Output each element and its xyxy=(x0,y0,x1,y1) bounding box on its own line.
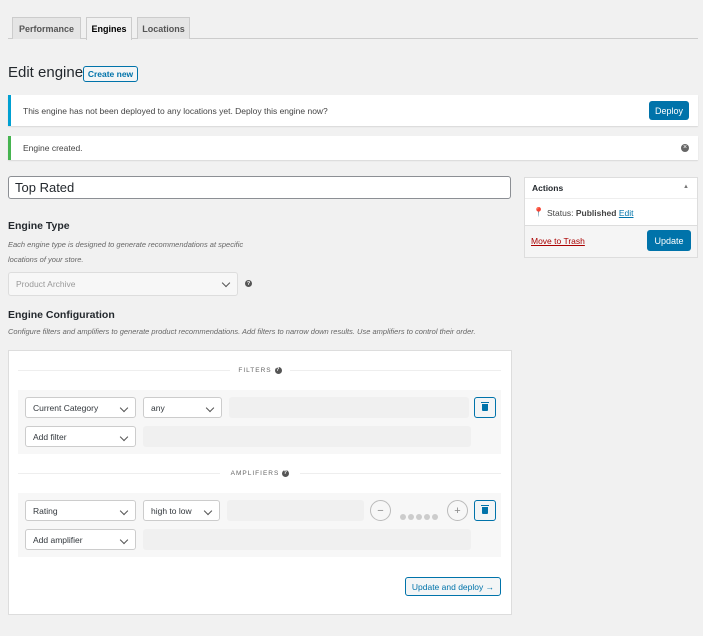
trash-icon xyxy=(481,505,489,514)
engine-type-description: Each engine type is designed to generate… xyxy=(8,240,244,264)
deploy-button[interactable]: Deploy xyxy=(649,101,689,120)
amplifier-order-select[interactable]: high to low xyxy=(143,500,220,521)
weight-indicator xyxy=(400,507,440,525)
filter-field-value: Current Category xyxy=(33,402,99,413)
help-icon[interactable]: ? xyxy=(282,469,290,477)
deploy-notice: This engine has not been deployed to any… xyxy=(8,95,698,126)
update-button[interactable]: Update xyxy=(647,230,691,251)
add-amplifier-select[interactable]: Add amplifier xyxy=(25,529,136,550)
trash-icon xyxy=(481,402,489,411)
move-to-trash-link[interactable]: Move to Trash xyxy=(531,236,585,246)
pin-icon: 📍 xyxy=(533,207,545,217)
filters-label-text: FILTERS xyxy=(238,366,272,374)
help-icon[interactable]: ? xyxy=(274,366,282,374)
delete-amplifier-button[interactable] xyxy=(474,500,496,521)
amplifier-order-value: high to low xyxy=(151,505,192,516)
engine-type-heading: Engine Type xyxy=(8,220,70,232)
deploy-notice-text: This engine has not been deployed to any… xyxy=(23,105,328,116)
filters-label: FILTERS? xyxy=(230,365,290,375)
filter-operator-select[interactable]: any xyxy=(143,397,222,418)
tab-locations[interactable]: Locations xyxy=(137,17,190,39)
decrease-weight-button[interactable]: − xyxy=(370,500,391,521)
tab-performance[interactable]: Performance xyxy=(12,17,81,39)
increase-weight-button[interactable]: + xyxy=(447,500,468,521)
delete-filter-button[interactable] xyxy=(474,397,496,418)
help-icon[interactable]: ? xyxy=(245,280,252,287)
engine-title-input[interactable] xyxy=(8,176,511,199)
edit-status-link[interactable]: Edit xyxy=(619,208,634,218)
actions-title: Actions xyxy=(532,183,564,193)
amplifier-field-value: Rating xyxy=(33,505,58,516)
dismiss-icon[interactable]: × xyxy=(681,144,689,152)
amplifiers-label-text: AMPLIFIERS xyxy=(230,469,280,477)
success-notice: Engine created. xyxy=(8,136,698,160)
success-notice-text: Engine created. xyxy=(23,143,83,153)
status-value: Published xyxy=(575,208,617,218)
create-new-button[interactable]: Create new xyxy=(83,66,138,82)
amplifier-value-input[interactable] xyxy=(227,500,364,521)
status-line: Status: Published Edit xyxy=(547,208,634,218)
add-filter-select[interactable]: Add filter xyxy=(25,426,136,447)
engine-config-description: Configure filters and amplifiers to gene… xyxy=(8,327,476,336)
amplifier-field-select[interactable]: Rating xyxy=(25,500,136,521)
add-filter-input xyxy=(143,426,471,447)
actions-divider xyxy=(525,198,697,199)
collapse-icon[interactable]: ▲ xyxy=(683,184,689,190)
engine-type-select[interactable]: Product Archive xyxy=(8,272,238,296)
add-amplifier-label: Add amplifier xyxy=(33,534,83,545)
engine-config-heading: Engine Configuration xyxy=(8,309,115,321)
amplifiers-label: AMPLIFIERS? xyxy=(220,468,300,478)
add-filter-label: Add filter xyxy=(33,431,67,442)
add-amplifier-input xyxy=(143,529,471,550)
status-label: Status: xyxy=(547,208,574,218)
engine-type-value: Product Archive xyxy=(16,279,76,289)
tab-engines[interactable]: Engines xyxy=(86,17,132,40)
page-title: Edit engine xyxy=(8,64,84,81)
update-and-deploy-button[interactable]: Update and deploy → xyxy=(405,577,501,596)
filter-field-select[interactable]: Current Category xyxy=(25,397,136,418)
filter-operator-value: any xyxy=(151,402,165,413)
filter-value-input[interactable] xyxy=(229,397,469,418)
